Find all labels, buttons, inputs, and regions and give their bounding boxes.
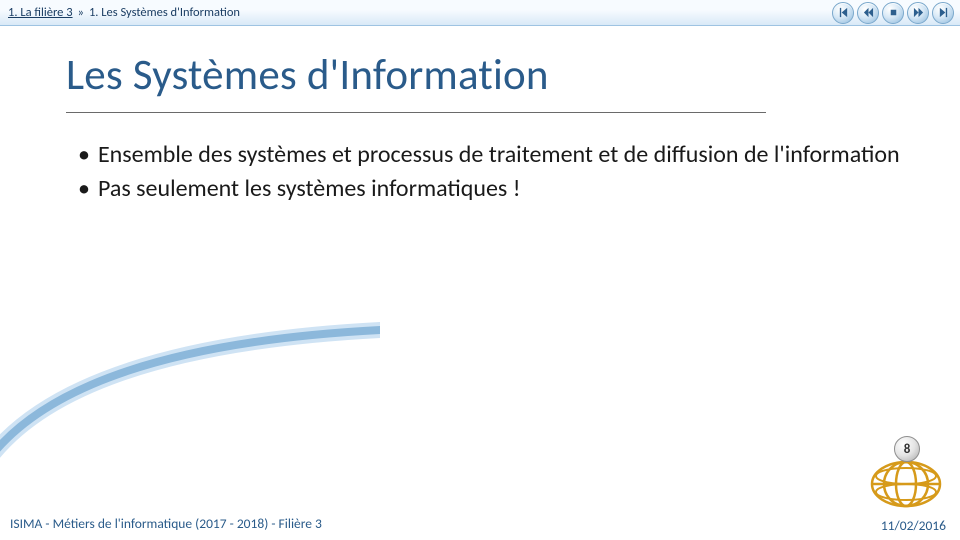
first-slide-button[interactable] (832, 2, 854, 24)
breadcrumb: 1. La filière 3 » 1. Les Systèmes d'Info… (8, 5, 240, 20)
bullet-mark: • (78, 174, 90, 204)
bullet-text: Pas seulement les systèmes informatiques… (98, 174, 900, 204)
title-underline (66, 112, 766, 113)
last-slide-button[interactable] (932, 2, 954, 24)
footer-left: ISIMA - Métiers de l'informatique (2017 … (10, 515, 322, 532)
stop-button[interactable] (882, 2, 904, 24)
previous-slide-button[interactable] (857, 2, 879, 24)
page-title: Les Systèmes d'Information (66, 48, 549, 101)
bullet-mark: • (78, 140, 90, 170)
footer-date: 11/02/2016 (881, 517, 946, 534)
breadcrumb-separator: » (78, 5, 84, 20)
globe-badge: 8 (858, 440, 954, 512)
bullet-text: Ensemble des systèmes et processus de tr… (98, 140, 900, 170)
breadcrumb-parent-link[interactable]: 1. La filière 3 (8, 5, 73, 20)
slide-number-badge: 8 (894, 436, 920, 462)
slide-body: • Ensemble des systèmes et processus de … (78, 140, 900, 208)
topbar: 1. La filière 3 » 1. Les Systèmes d'Info… (0, 0, 960, 26)
bullet-item: • Pas seulement les systèmes informatiqu… (78, 174, 900, 204)
playback-controls (832, 2, 954, 24)
bullet-item: • Ensemble des systèmes et processus de … (78, 140, 900, 170)
breadcrumb-current: 1. Les Systèmes d'Information (89, 5, 240, 20)
decorative-curve (0, 320, 380, 520)
next-slide-button[interactable] (907, 2, 929, 24)
